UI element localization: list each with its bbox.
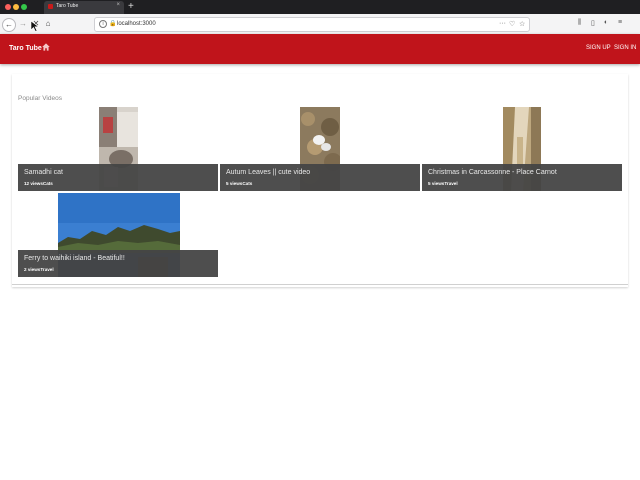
popular-videos-panel: Popular Videos Samadhi cat 12 viewsCats <box>12 74 628 287</box>
menu-icon[interactable]: ≡ <box>618 19 622 26</box>
page-actions-icon[interactable]: ··· <box>499 20 506 27</box>
pocket-icon[interactable]: ♡ <box>509 20 515 28</box>
library-icon[interactable]: ⫼ <box>578 19 581 27</box>
browser-toolbar: ← → ✕ ⌂ i 🔒 localhost:3000 ··· ♡ ☆ ⫼ ▯ ◐… <box>0 14 640 35</box>
video-meta: 12 viewsCats <box>24 181 53 186</box>
mouse-cursor-icon <box>30 20 40 32</box>
video-title[interactable]: Christmas in Carcassonne - Place Carnot <box>428 169 557 176</box>
tab-close-icon[interactable]: × <box>116 2 120 8</box>
video-title[interactable]: Samadhi cat <box>24 169 63 176</box>
minimize-window-button[interactable] <box>13 4 19 10</box>
video-views: 5 views <box>226 181 243 186</box>
video-title[interactable]: Autum Leaves || cute video <box>226 169 310 176</box>
home-icon[interactable] <box>42 43 50 51</box>
video-meta: 2 viewsTravel <box>24 267 54 272</box>
video-card[interactable]: Christmas in Carcassonne - Place Carnot … <box>422 107 622 191</box>
brand-logo[interactable]: Taro Tube <box>9 45 42 52</box>
video-views: 12 views <box>24 181 43 186</box>
maximize-window-button[interactable] <box>21 4 27 10</box>
forward-icon[interactable]: → <box>17 18 29 30</box>
lock-icon: 🔒 <box>109 21 117 27</box>
tab-favicon-icon <box>48 4 53 9</box>
tab-title: Taro Tube <box>56 3 79 9</box>
video-views: 2 views <box>24 267 41 272</box>
url-text[interactable]: localhost:3000 <box>117 21 156 27</box>
video-info-bar: Samadhi cat 12 viewsCats <box>18 164 218 191</box>
sidebar-icon[interactable]: ▯ <box>591 19 595 27</box>
new-tab-button[interactable]: + <box>128 0 134 13</box>
video-card[interactable]: Samadhi cat 12 viewsCats <box>18 107 218 191</box>
sign-in-link[interactable]: SIGN IN <box>614 45 636 51</box>
home-icon[interactable]: ⌂ <box>42 18 54 30</box>
video-category: Travel <box>444 181 458 186</box>
video-category: Travel <box>40 267 54 272</box>
video-meta: 5 viewsTravel <box>428 181 458 186</box>
video-title[interactable]: Ferry to waihiki island - Beatiful!! <box>24 255 125 262</box>
section-title: Popular Videos <box>18 95 62 102</box>
video-card[interactable]: Autum Leaves || cute video 5 viewsCats <box>220 107 420 191</box>
close-window-button[interactable] <box>5 4 11 10</box>
bookmark-star-icon[interactable]: ☆ <box>519 20 525 28</box>
video-category: Cats <box>42 181 53 186</box>
browser-tab-strip: Taro Tube × + <box>0 0 640 14</box>
browser-tab[interactable]: Taro Tube × <box>44 1 124 14</box>
video-info-bar: Ferry to waihiki island - Beatiful!! 2 v… <box>18 250 218 277</box>
video-card[interactable]: Ferry to waihiki island - Beatiful!! 2 v… <box>18 193 218 277</box>
tracking-protection-icon[interactable]: ◐ <box>604 19 608 26</box>
site-info-icon[interactable]: i <box>99 20 107 28</box>
video-views: 5 views <box>428 181 445 186</box>
app-header: Taro Tube SIGN UP SIGN IN <box>0 34 640 64</box>
video-info-bar: Autum Leaves || cute video 5 viewsCats <box>220 164 420 191</box>
video-info-bar: Christmas in Carcassonne - Place Carnot … <box>422 164 622 191</box>
section-divider <box>12 284 628 285</box>
video-meta: 5 viewsCats <box>226 181 252 186</box>
sign-up-link[interactable]: SIGN UP <box>586 45 611 51</box>
video-category: Cats <box>242 181 253 186</box>
address-bar[interactable]: i 🔒 localhost:3000 ··· ♡ ☆ <box>94 17 530 32</box>
back-icon[interactable]: ← <box>2 18 16 32</box>
